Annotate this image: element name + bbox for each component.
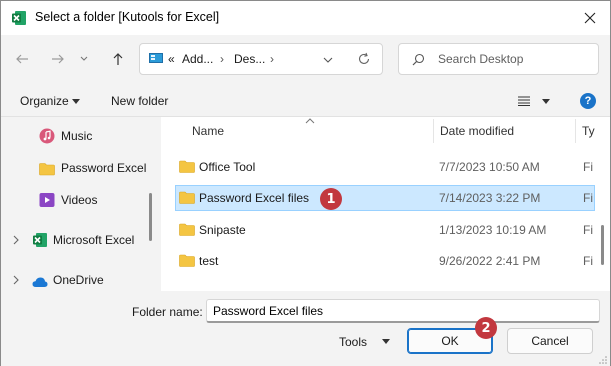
folder-name-label: Folder name:: [132, 305, 203, 319]
sidebar-item-videos[interactable]: Videos: [1, 186, 151, 214]
cancel-button-label: Cancel: [531, 334, 569, 348]
dialog-footer: Folder name: Tools OK Cancel: [1, 291, 610, 366]
folder-icon: [179, 223, 195, 236]
file-type: Fi: [583, 191, 593, 205]
back-button[interactable]: [9, 46, 35, 72]
refresh-icon[interactable]: [357, 52, 371, 66]
column-divider[interactable]: [433, 119, 434, 143]
file-row[interactable]: Office Tool 7/7/2023 10:50 AM Fi: [175, 154, 595, 180]
sidebar-item-label: Music: [61, 129, 93, 143]
sidebar-item-onedrive[interactable]: OneDrive: [1, 266, 151, 294]
navigation-scrollbar[interactable]: [149, 193, 152, 241]
forward-button[interactable]: [45, 46, 71, 72]
file-date: 7/7/2023 10:50 AM: [439, 160, 540, 174]
folder-dialog: Select a folder [Kutools for Excel] « Ad…: [0, 0, 611, 366]
chevron-down-icon: [80, 56, 88, 61]
file-list: Name Date modified Ty Office Tool 7/7/20…: [161, 117, 610, 291]
breadcrumb-item-2[interactable]: Des...: [234, 52, 265, 66]
breadcrumb-overflow[interactable]: «: [168, 52, 175, 66]
breadcrumb-separator-icon: ›: [270, 52, 274, 66]
excel-icon: [33, 233, 47, 247]
music-icon: [39, 128, 55, 144]
step-badge-2: 2: [475, 317, 497, 339]
column-header-name[interactable]: Name: [192, 124, 224, 138]
column-divider[interactable]: [575, 119, 576, 143]
sidebar-item-label: Videos: [61, 193, 98, 207]
new-folder-button[interactable]: New folder: [111, 94, 168, 108]
folder-icon: [179, 254, 195, 267]
file-row[interactable]: Snipaste 1/13/2023 10:19 AM Fi: [175, 217, 595, 243]
command-bar: Organize New folder ?: [1, 85, 610, 117]
file-date: 1/13/2023 10:19 AM: [439, 223, 547, 237]
tools-button[interactable]: Tools: [339, 335, 367, 349]
view-options-icon[interactable]: [518, 96, 530, 106]
resize-grip-icon[interactable]: [599, 355, 608, 364]
sidebar-item-label: Password Excel: [61, 161, 147, 175]
close-button[interactable]: [573, 3, 607, 33]
folder-icon: [39, 163, 55, 176]
chevron-down-icon[interactable]: [382, 339, 390, 344]
cloud-icon: [32, 277, 48, 287]
file-name: Snipaste: [199, 223, 246, 237]
search-box[interactable]: Search Desktop: [398, 43, 599, 75]
arrow-up-icon: [113, 53, 123, 65]
folder-icon: [179, 191, 195, 204]
sidebar-item-music[interactable]: Music: [1, 122, 151, 150]
chevron-down-icon[interactable]: [542, 99, 550, 104]
help-button[interactable]: ?: [580, 93, 596, 109]
file-list-scrollbar[interactable]: [601, 225, 604, 265]
sidebar-item-label: OneDrive: [53, 273, 104, 287]
column-header-date[interactable]: Date modified: [440, 124, 514, 138]
file-type: Fi: [583, 223, 593, 237]
chevron-right-icon[interactable]: [11, 275, 21, 285]
file-name: Office Tool: [199, 160, 256, 174]
breadcrumb-item-1[interactable]: Add...: [182, 52, 213, 66]
address-bar[interactable]: « Add... › Des... ›: [139, 43, 383, 75]
title-bar: Select a folder [Kutools for Excel]: [1, 1, 610, 35]
navigation-bar: « Add... › Des... › Search Desktop: [1, 35, 610, 85]
excel-icon: [12, 11, 26, 25]
step-badge-1: 1: [320, 188, 342, 210]
organize-button[interactable]: Organize: [20, 94, 69, 108]
file-date: 9/26/2022 2:41 PM: [439, 254, 541, 268]
chevron-down-icon[interactable]: [72, 99, 80, 104]
file-type: Fi: [583, 160, 593, 174]
sidebar-item-label: Microsoft Excel: [53, 233, 135, 247]
window-title: Select a folder [Kutools for Excel]: [35, 10, 220, 24]
recent-locations-button[interactable]: [75, 46, 93, 72]
desktop-icon: [149, 53, 163, 63]
folder-name-input[interactable]: [206, 299, 600, 323]
help-icon: ?: [584, 95, 592, 107]
close-icon: [584, 12, 596, 24]
file-name: Password Excel files: [199, 191, 310, 205]
sidebar-item-microsoft-excel[interactable]: Microsoft Excel: [1, 226, 151, 254]
file-name: test: [199, 254, 219, 268]
file-date: 7/14/2023 3:22 PM: [439, 191, 541, 205]
chevron-right-icon[interactable]: [11, 235, 21, 245]
up-button[interactable]: [105, 46, 131, 72]
column-header-type[interactable]: Ty: [582, 124, 595, 138]
arrow-right-icon: [52, 54, 64, 64]
file-row[interactable]: test 9/26/2022 2:41 PM Fi: [175, 248, 595, 274]
ok-button-label: OK: [441, 334, 459, 348]
file-row-selected[interactable]: Password Excel files 7/14/2023 3:22 PM F…: [175, 185, 595, 211]
breadcrumb-separator-icon: ›: [220, 52, 224, 66]
navigation-pane: Music Password Excel Videos Microsoft Ex…: [1, 117, 159, 291]
address-dropdown-icon[interactable]: [323, 57, 333, 63]
search-input[interactable]: Search Desktop: [438, 52, 523, 66]
arrow-left-icon: [16, 54, 28, 64]
video-icon: [39, 193, 55, 207]
sort-ascending-icon: [305, 118, 315, 124]
cancel-button[interactable]: Cancel: [507, 328, 593, 354]
folder-icon: [179, 160, 195, 173]
search-icon: [412, 53, 425, 66]
sidebar-item-password-excel[interactable]: Password Excel: [1, 154, 151, 182]
file-type: Fi: [583, 254, 593, 268]
